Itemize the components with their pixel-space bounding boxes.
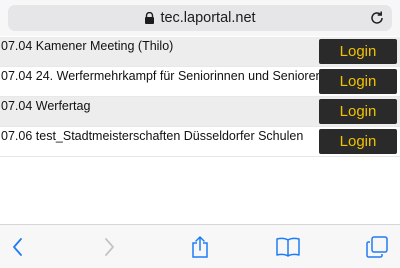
browser-toolbar bbox=[0, 224, 400, 268]
event-title: Werfertag bbox=[35, 99, 91, 113]
event-date: 07.04 bbox=[1, 39, 33, 53]
event-date: 07.04 bbox=[1, 69, 33, 83]
event-title: 24. Werfermehrkampf für Seniorinnen und … bbox=[35, 69, 323, 83]
event-date: 07.04 bbox=[1, 99, 33, 113]
event-row: 07.06 test_Stadtmeisterschaften Düsseldo… bbox=[0, 127, 400, 157]
login-button[interactable]: Login bbox=[319, 69, 397, 94]
share-icon bbox=[192, 236, 208, 258]
url-field[interactable]: tec.laportal.net bbox=[8, 5, 392, 31]
share-button[interactable] bbox=[187, 234, 213, 260]
event-row: 07.04 24. Werfermehrkampf für Seniorinne… bbox=[0, 67, 400, 97]
tabs-icon bbox=[366, 236, 388, 258]
event-title: test_Stadtmeisterschaften Düsseldorfer S… bbox=[35, 129, 304, 143]
login-button[interactable]: Login bbox=[319, 39, 397, 64]
event-label: 07.04 Kamener Meeting (Thilo) bbox=[1, 39, 173, 53]
reload-icon[interactable] bbox=[369, 10, 385, 26]
event-label: 07.04 Werfertag bbox=[1, 99, 90, 113]
chevron-right-icon bbox=[105, 238, 114, 256]
back-button[interactable] bbox=[5, 234, 31, 260]
login-button[interactable]: Login bbox=[319, 129, 397, 154]
event-label: 07.04 24. Werfermehrkampf für Seniorinne… bbox=[1, 69, 323, 83]
chevron-left-icon bbox=[13, 238, 22, 256]
login-button[interactable]: Login bbox=[319, 99, 397, 124]
bookmarks-button[interactable] bbox=[275, 234, 301, 260]
event-list: 07.04 Kamener Meeting (Thilo) Login 07.0… bbox=[0, 37, 400, 157]
tabs-button[interactable] bbox=[364, 234, 390, 260]
url-display: tec.laportal.net bbox=[8, 5, 392, 31]
event-row: 07.04 Werfertag Login bbox=[0, 97, 400, 127]
lock-icon bbox=[145, 12, 155, 24]
browser-address-bar: tec.laportal.net bbox=[0, 0, 400, 36]
event-label: 07.06 test_Stadtmeisterschaften Düsseldo… bbox=[1, 129, 303, 143]
event-row: 07.04 Kamener Meeting (Thilo) Login bbox=[0, 37, 400, 67]
url-text: tec.laportal.net bbox=[160, 10, 256, 26]
event-title: Kamener Meeting (Thilo) bbox=[35, 39, 174, 53]
event-date: 07.06 bbox=[1, 129, 33, 143]
book-icon bbox=[276, 237, 300, 257]
forward-button[interactable] bbox=[96, 234, 122, 260]
